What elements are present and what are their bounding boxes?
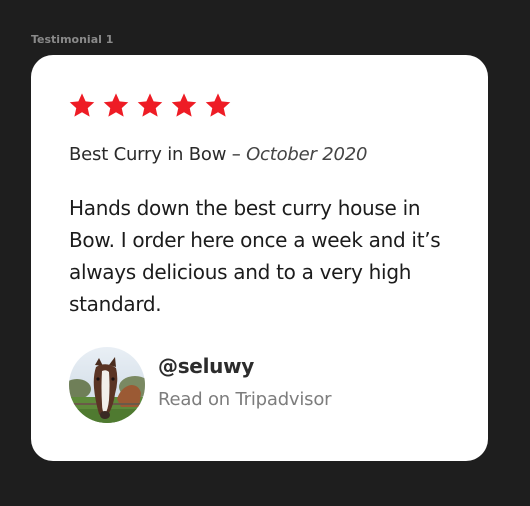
frame-label: Testimonial 1 bbox=[31, 33, 114, 46]
review-quote: Hands down the best curry house in Bow. … bbox=[69, 196, 441, 316]
star-icon bbox=[137, 93, 163, 117]
review-title: Best Curry in Bow bbox=[69, 144, 227, 165]
tripadvisor-link[interactable]: Read on Tripadvisor bbox=[158, 389, 332, 410]
author-handle: @seluwy bbox=[158, 354, 254, 378]
star-icon bbox=[103, 93, 129, 117]
star-icon bbox=[205, 93, 231, 117]
horse-photo-avatar bbox=[69, 347, 145, 423]
testimonial-card: Best Curry in Bow – October 2020 Hands d… bbox=[31, 55, 488, 461]
star-rating bbox=[68, 92, 232, 119]
title-separator: – bbox=[226, 144, 247, 165]
star-icon bbox=[171, 93, 197, 117]
review-date: October 2020 bbox=[246, 144, 368, 165]
star-icon bbox=[69, 93, 95, 117]
review-headline: Best Curry in Bow – October 2020 bbox=[69, 144, 367, 165]
